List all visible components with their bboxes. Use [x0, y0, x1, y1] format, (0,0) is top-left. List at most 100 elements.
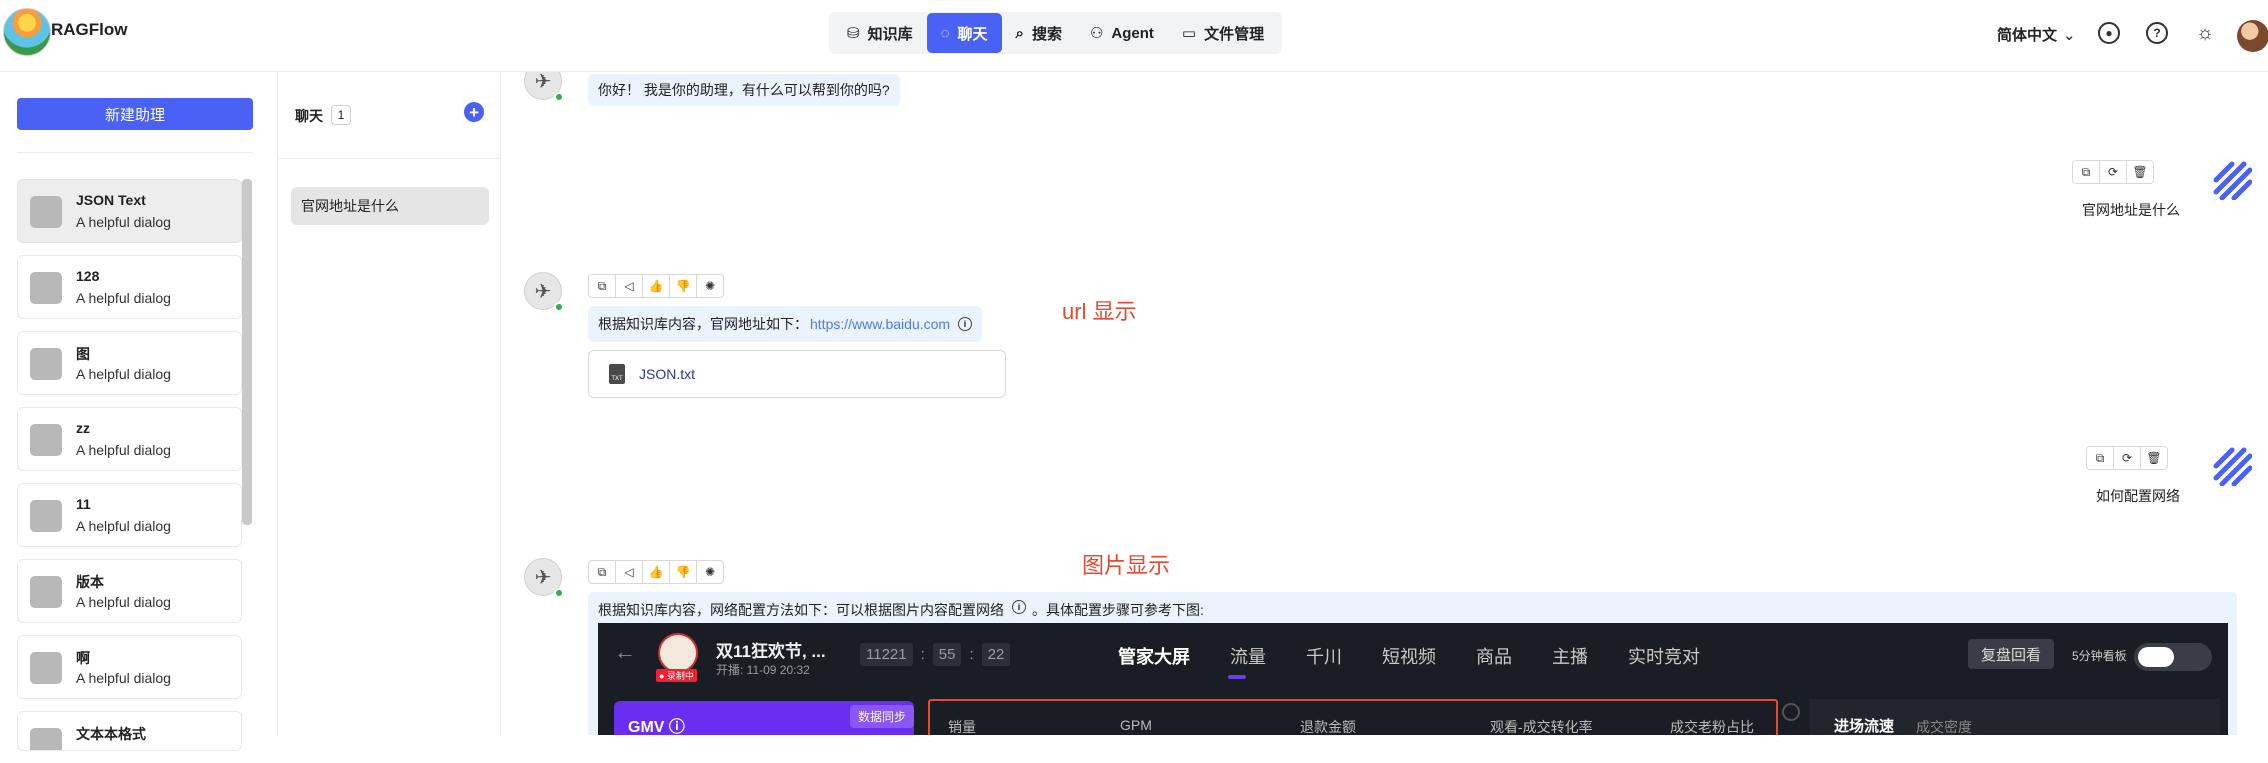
assistant-desc: A helpful dialog	[76, 594, 171, 610]
regenerate-icon[interactable]: ⟳	[2099, 160, 2127, 184]
copy-icon[interactable]: ⧉	[2072, 160, 2100, 184]
nav-label: 搜索	[1031, 25, 1062, 43]
nav-label: 知识库	[867, 25, 913, 43]
timer-segment: 22	[981, 643, 1011, 666]
assistant-card[interactable]: JSON Text A helpful dialog	[17, 179, 242, 243]
metric-label: GPM	[1120, 717, 1152, 733]
copy-icon[interactable]: ⧉	[588, 274, 616, 298]
nav-knowledge-base[interactable]: ⛁ 知识库	[833, 13, 927, 53]
answer-text-suffix: 。具体配置步骤可参考下图:	[1032, 602, 1204, 618]
image-right-panel: 进场流速 成交密度	[1810, 699, 2220, 735]
bot-message-toolbar: ⧉ ◁ 👍 👎 ✺	[588, 274, 724, 298]
delete-icon[interactable]: 🗑	[2126, 160, 2154, 184]
thumbs-up-icon[interactable]: 👍	[642, 560, 670, 584]
online-status-dot	[554, 302, 564, 312]
info-icon[interactable]: i	[958, 317, 973, 331]
search-icon: ⌕	[1015, 24, 1024, 42]
image-tab: 主播	[1552, 647, 1588, 667]
divider	[279, 158, 501, 159]
copy-icon[interactable]: ⧉	[588, 560, 616, 584]
delete-icon[interactable]: 🗑	[2140, 446, 2168, 470]
sync-label: 数据同步	[849, 705, 914, 728]
image-tab: 商品	[1476, 647, 1512, 667]
online-status-dot	[554, 588, 564, 598]
assistant-thumbnail	[30, 576, 62, 608]
user-message-toolbar: ⧉ ⟳ 🗑	[2072, 160, 2154, 184]
right-tab: 成交密度	[1916, 719, 1972, 735]
language-label: 简体中文	[1997, 27, 2058, 44]
language-selector[interactable]: 简体中文 ⌄	[1997, 24, 2076, 45]
answer-text: 根据知识库内容，网络配置方法如下：可以根据图片内容配置网络	[598, 602, 1004, 618]
nav-agent[interactable]: ⚇ Agent	[1076, 13, 1168, 53]
nav-file-management[interactable]: ▭ 文件管理	[1168, 13, 1278, 53]
copy-icon[interactable]: ⧉	[2086, 446, 2114, 470]
assistant-desc: A helpful dialog	[76, 366, 171, 382]
metric-label: 退款金额	[1300, 719, 1356, 735]
assistant-name: 128	[76, 268, 100, 284]
assistant-sidebar: 新建助理 JSON Text A helpful dialog 128 A help…	[0, 72, 278, 751]
assistant-desc: A helpful dialog	[76, 670, 171, 686]
bot-message-answer-1: 根据知识库内容，官网地址如下： https://www.baidu.com i	[588, 306, 983, 342]
online-status-dot	[554, 92, 564, 102]
image-tab-underline	[1228, 675, 1246, 679]
chat-panel-title: 聊天	[295, 108, 323, 124]
bot-message-greeting: 你好！ 我是你的助理，有什么可以帮到你的吗?	[588, 74, 900, 106]
user-message-text: 官网地址是什么	[2082, 202, 2180, 218]
assistant-card[interactable]: 版本 A helpful dialog	[17, 559, 242, 623]
sidebar-scrollbar[interactable]	[242, 179, 252, 525]
timer-segment: 55	[932, 643, 962, 666]
answer-embedded-image[interactable]: ← ● 录制中 双11狂欢节, ... 开播: 11-09 20:32 1122…	[598, 623, 2228, 735]
image-tab: 流量	[1230, 647, 1266, 667]
ragflow-logo[interactable]	[3, 8, 51, 56]
file-attachment[interactable]: TXT JSON.txt	[588, 350, 1006, 398]
right-tab: 进场流速	[1834, 718, 1895, 735]
metric-label: 销量	[948, 719, 976, 735]
image-mini-label: 5分钟看板	[2072, 649, 2127, 663]
lightbulb-icon[interactable]: ✺	[696, 560, 724, 584]
lightbulb-icon[interactable]: ✺	[696, 274, 724, 298]
assistant-card[interactable]: 128 A helpful dialog	[17, 255, 242, 319]
assistant-desc: A helpful dialog	[76, 214, 171, 230]
main-nav: ⛁ 知识库 ◌ 聊天 ⌕ 搜索 ⚇ Agent ▭ 文件管理	[829, 12, 1283, 54]
settings-icon	[1782, 703, 1800, 721]
speaker-icon[interactable]: ◁	[615, 274, 643, 298]
nav-search[interactable]: ⌕ 搜索	[1002, 13, 1076, 53]
new-chat-button[interactable]: +	[464, 102, 484, 122]
chat-main: ✈ 你好！ 我是你的助理，有什么可以帮到你的吗? ⧉ ⟳ 🗑 官网地址是什么 ✈…	[502, 72, 2268, 735]
image-tab: 实时竞对	[1628, 647, 1700, 667]
folder-icon: ▭	[1181, 25, 1197, 42]
help-icon[interactable]: ?	[2146, 22, 2168, 44]
speaker-icon[interactable]: ◁	[615, 560, 643, 584]
assistant-thumbnail	[30, 652, 62, 684]
nav-label: 聊天	[957, 25, 988, 43]
agent-icon: ⚇	[1089, 25, 1104, 42]
info-icon[interactable]: i	[1012, 600, 1026, 614]
thumbs-down-icon[interactable]: 👎	[669, 560, 697, 584]
annotation-url: url 显示	[1062, 299, 1137, 324]
assistant-list: JSON Text A helpful dialog 128 A helpful d…	[17, 179, 242, 763]
theme-icon[interactable]: ☼	[2194, 22, 2216, 44]
assistant-card[interactable]: 文本本格式	[17, 711, 242, 751]
assistant-card[interactable]: 图 A helpful dialog	[17, 331, 242, 395]
answer-link[interactable]: https://www.baidu.com	[810, 316, 950, 332]
chevron-down-icon: ⌄	[2063, 27, 2076, 44]
assistant-card[interactable]: zz A helpful dialog	[17, 407, 242, 471]
image-replay-button: 复盘回看	[1968, 639, 2054, 669]
assistant-card[interactable]: 啊 A helpful dialog	[17, 635, 242, 699]
conversation-item[interactable]: 官网地址是什么	[291, 187, 489, 225]
user-avatar[interactable]	[2237, 20, 2268, 52]
new-assistant-button[interactable]: 新建助理	[17, 98, 253, 130]
image-tabs: 管家大屏 流量 千川 短视频 商品 主播 实时竞对	[1118, 643, 1740, 669]
thumbs-down-icon[interactable]: 👎	[669, 274, 697, 298]
assistant-card[interactable]: 11 A helpful dialog	[17, 483, 242, 547]
image-tab: 管家大屏	[1118, 647, 1190, 667]
thumbs-up-icon[interactable]: 👍	[642, 274, 670, 298]
nav-chat[interactable]: ◌ 聊天	[926, 13, 1002, 53]
github-icon[interactable]: ●	[2098, 22, 2120, 44]
regenerate-icon[interactable]: ⟳	[2113, 446, 2141, 470]
image-gmv-card: GMV ⓘ 数据同步	[614, 701, 914, 735]
file-name: JSON.txt	[639, 366, 696, 382]
timer-segment: 11221	[860, 643, 913, 666]
nav-label: Agent	[1111, 24, 1154, 42]
image-toggle	[2134, 643, 2212, 671]
